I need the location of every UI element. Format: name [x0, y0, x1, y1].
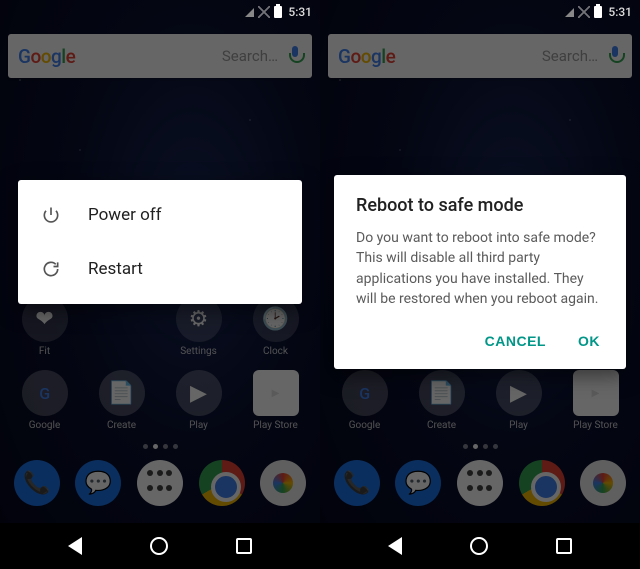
phone-right: 5:31 Google Search… ❤Fit ⚙Settings 🕑Cloc… [320, 0, 640, 569]
dialog-title: Reboot to safe mode [356, 195, 604, 216]
dock-row: 📞 💬 [320, 460, 640, 510]
phone-left: 5:31 Google Search… ❤Fit ⚙Settings 🕑Cloc… [0, 0, 320, 569]
wifi-icon [245, 8, 254, 17]
app-chrome[interactable] [511, 460, 573, 510]
app-phone[interactable]: 📞 [6, 460, 68, 510]
app-messages[interactable]: 💬 [388, 460, 450, 510]
nav-back-button[interactable] [68, 537, 82, 555]
power-off-item[interactable]: Power off [18, 188, 302, 242]
app-icon-clock[interactable]: 🕑Clock [244, 296, 308, 357]
battery-icon [594, 6, 602, 18]
app-folder-google[interactable]: GGoogle [13, 370, 77, 431]
microphone-icon[interactable] [288, 46, 302, 66]
app-row-1: ❤Fit ⚙Settings 🕑Clock [0, 296, 320, 357]
app-play-store[interactable]: ▶Play Store [244, 370, 308, 431]
app-drawer[interactable] [449, 460, 511, 510]
app-drawer[interactable] [129, 460, 191, 510]
app-camera[interactable] [572, 460, 634, 510]
dock-row: 📞 💬 [0, 460, 320, 510]
dialog-actions: CANCEL OK [356, 327, 604, 359]
nav-recents-button[interactable] [236, 538, 252, 554]
search-placeholder: Search… [542, 47, 598, 65]
nav-recents-button[interactable] [556, 538, 572, 554]
app-chrome[interactable] [191, 460, 253, 510]
power-menu: Power off Restart [18, 180, 302, 304]
google-logo: Google [338, 45, 395, 68]
google-logo: Google [18, 45, 75, 68]
page-indicator [0, 444, 320, 449]
app-folder-create[interactable]: 📄Create [90, 370, 154, 431]
safe-mode-dialog: Reboot to safe mode Do you want to reboo… [334, 175, 626, 369]
restart-item[interactable]: Restart [18, 242, 302, 296]
navigation-bar [320, 523, 640, 569]
app-folder-play[interactable]: ▶Play [487, 370, 551, 431]
power-off-label: Power off [88, 205, 162, 225]
app-icon-fit[interactable]: ❤Fit [13, 296, 77, 357]
clock-text: 5:31 [288, 5, 312, 19]
clock-text: 5:31 [608, 5, 632, 19]
microphone-icon[interactable] [608, 46, 622, 66]
app-phone[interactable]: 📞 [326, 460, 388, 510]
nav-home-button[interactable] [150, 537, 168, 555]
app-folder-play[interactable]: ▶Play [167, 370, 231, 431]
restart-label: Restart [88, 259, 143, 279]
app-folder-google[interactable]: GGoogle [333, 370, 397, 431]
no-sim-icon [258, 6, 270, 18]
cancel-button[interactable]: CANCEL [481, 327, 550, 355]
search-placeholder: Search… [222, 47, 278, 65]
nav-back-button[interactable] [388, 537, 402, 555]
app-row-2: GGoogle 📄Create ▶Play ▶Play Store [320, 370, 640, 431]
navigation-bar [0, 523, 320, 569]
app-icon-settings[interactable]: ⚙Settings [167, 296, 231, 357]
ok-button[interactable]: OK [574, 327, 604, 355]
app-folder-create[interactable]: 📄Create [410, 370, 474, 431]
nav-home-button[interactable] [470, 537, 488, 555]
restart-icon [40, 258, 62, 280]
search-bar[interactable]: Google Search… [328, 34, 632, 78]
power-icon [40, 204, 62, 226]
status-bar: 5:31 [320, 0, 640, 24]
status-bar: 5:31 [0, 0, 320, 24]
app-camera[interactable] [252, 460, 314, 510]
page-indicator [320, 444, 640, 449]
search-bar[interactable]: Google Search… [8, 34, 312, 78]
app-play-store[interactable]: ▶Play Store [564, 370, 628, 431]
app-messages[interactable]: 💬 [68, 460, 130, 510]
app-row-2: GGoogle 📄Create ▶Play ▶Play Store [0, 370, 320, 431]
wifi-icon [565, 8, 574, 17]
dialog-body: Do you want to reboot into safe mode? Th… [356, 228, 604, 309]
no-sim-icon [578, 6, 590, 18]
battery-icon [274, 6, 282, 18]
